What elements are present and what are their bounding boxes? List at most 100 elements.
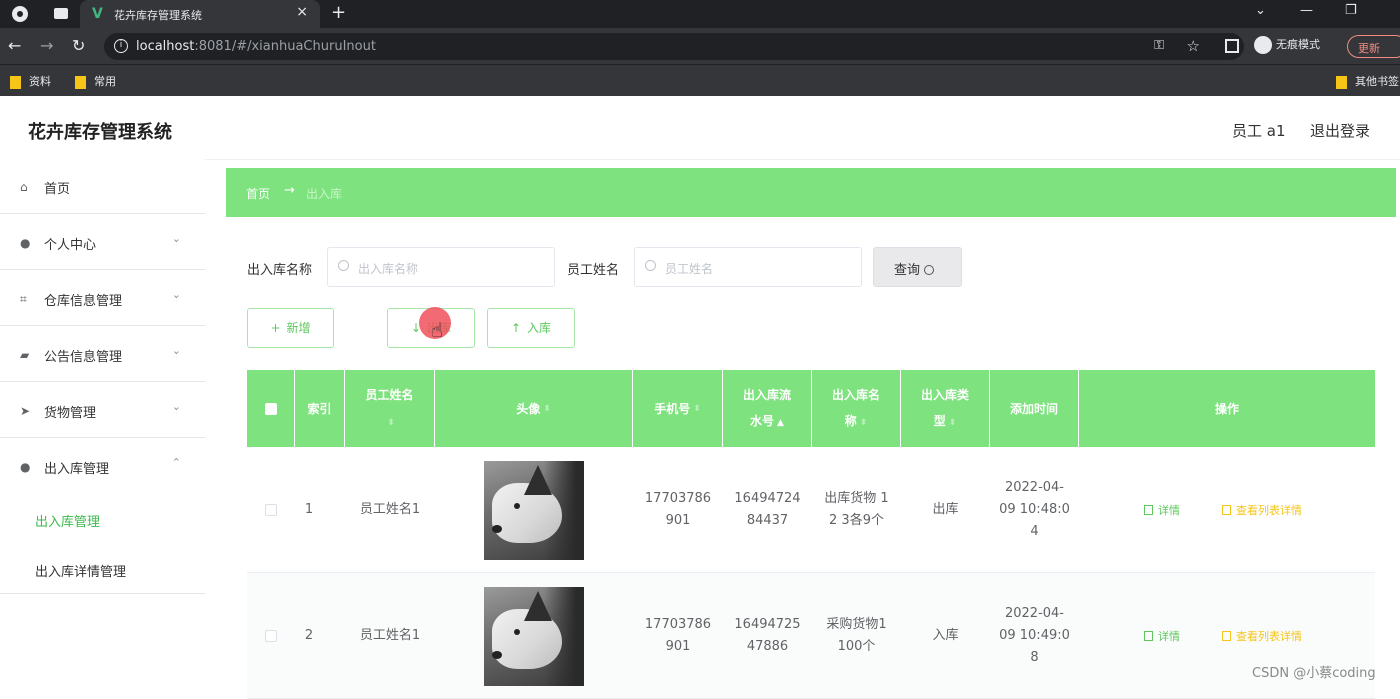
watermark: CSDN @小蔡coding (1252, 666, 1376, 681)
sidebar-item-notice[interactable]: ▰ 公告信息管理 ⌄ (0, 326, 205, 382)
sort-icon: ⬍ (693, 403, 701, 414)
folder-icon (75, 75, 86, 89)
in-stock-button[interactable]: ↑ 入库 (487, 308, 575, 348)
incognito-icon (1254, 36, 1272, 54)
restore-icon[interactable]: ❐ (1345, 3, 1357, 18)
search-icon (924, 265, 935, 275)
detail-link[interactable]: 详情 (1144, 628, 1180, 644)
sort-icon: ⬍ (859, 417, 868, 428)
chevron-down-icon: ⌄ (171, 288, 181, 301)
column-header-staff[interactable]: 员工姓名 ⬍ (345, 370, 435, 447)
back-icon[interactable]: ← (8, 37, 21, 55)
checkbox-icon (265, 630, 277, 642)
sidebar-item-home[interactable]: ⌂ 首页 (0, 158, 205, 214)
site-info-icon[interactable]: i (114, 39, 128, 53)
sidebar-item-label: 仓库信息管理 (44, 294, 123, 309)
search-name-input[interactable]: 出入库名称 (327, 247, 555, 287)
sidebar-item-inout[interactable]: ● 出入库管理 ⌃ (0, 438, 205, 494)
search-staff-input[interactable]: 员工姓名 (634, 247, 862, 287)
breadcrumb-separator: → (284, 183, 295, 198)
forward-icon[interactable]: → (40, 37, 53, 55)
sidebar-item-personal-center[interactable]: ● 个人中心 ⌄ (0, 214, 205, 270)
table-header: 索引 员工姓名 ⬍ 头像 ⬍ 手机号 ⬍ 出入库流 水号 ▲ 出入库名称 ⬍ 出入库类型 ⬍ … (247, 370, 1375, 447)
checkbox-icon (265, 504, 277, 516)
app-title: 花卉库存管理系统 (28, 122, 172, 143)
plus-icon: + (270, 321, 281, 335)
logout-link[interactable]: 退出登录 (1310, 120, 1370, 141)
search-icon (645, 260, 656, 271)
user-icon: ● (20, 236, 31, 250)
avatar (484, 586, 584, 686)
add-button[interactable]: + 新增 (247, 308, 334, 348)
column-header-avatar[interactable]: 头像 ⬍ (435, 370, 633, 447)
breadcrumb-home[interactable]: 首页 (246, 185, 270, 202)
sidebar-item-label: 个人中心 (44, 238, 97, 253)
breadcrumb: 首页 → 出入库 (226, 168, 1396, 217)
sidebar-subitem-inout-detail[interactable]: 出入库详情管理 (0, 544, 205, 594)
column-header-type[interactable]: 出入库类型 ⬍ (901, 370, 990, 447)
cell-index: 2 (304, 628, 314, 643)
cell-name: 出库货物 12 3各9个 (824, 491, 889, 528)
close-tab-icon[interactable]: × (296, 4, 308, 20)
sort-icon: ⬍ (387, 417, 395, 428)
checkbox-icon (264, 402, 277, 415)
document-icon (1222, 631, 1231, 641)
cell-time: 2022-04- 09 10:48:0 4 (999, 480, 1070, 539)
sidebar-item-warehouse[interactable]: ⌗ 仓库信息管理 ⌄ (0, 270, 205, 326)
folder-icon (1336, 75, 1347, 89)
query-button[interactable]: 查询 (873, 247, 962, 287)
avatar (484, 460, 584, 560)
column-header-time[interactable]: 添加时间 (990, 370, 1079, 447)
cell-phone: 17703786 901 (644, 491, 712, 528)
tab-search-icon[interactable]: ⌄ (1255, 3, 1266, 18)
column-header-serial[interactable]: 出入库流 水号 ▲ (723, 370, 812, 447)
bookmark-star-icon[interactable]: ☆ (1187, 37, 1200, 55)
sidebar-item-label: 出入库管理 (44, 462, 110, 477)
row-checkbox[interactable] (247, 447, 295, 573)
update-button[interactable]: 更新 (1347, 35, 1400, 58)
sidebar-subitem-inout-manage[interactable]: 出入库管理 (0, 494, 205, 544)
url-text: localhost:8081/#/xianhuaChuruInout (136, 39, 376, 54)
sidebar-item-goods[interactable]: ➤ 货物管理 ⌄ (0, 382, 205, 438)
bookmark-folder-changyong[interactable]: 常用 (75, 73, 116, 89)
sort-icon: ⬍ (948, 417, 957, 428)
cell-index: 1 (304, 502, 314, 517)
breadcrumb-current: 出入库 (306, 187, 343, 201)
list-detail-link[interactable]: 查看列表详情 (1222, 628, 1302, 644)
chevron-down-icon: ⌄ (171, 232, 181, 245)
cell-staff: 员工姓名1 (359, 628, 421, 643)
detail-link[interactable]: 详情 (1144, 502, 1180, 518)
select-all-checkbox[interactable] (247, 370, 295, 447)
chevron-down-icon: ⌄ (171, 400, 181, 413)
bookmarks-bar: 资料 常用 其他书签 (0, 64, 1400, 96)
search-staff-label: 员工姓名 (567, 263, 620, 278)
column-header-phone[interactable]: 手机号 ⬍ (633, 370, 723, 447)
search-staff-placeholder: 员工姓名 (665, 262, 714, 276)
key-icon[interactable]: ⚿ (1154, 38, 1164, 53)
new-tab-icon[interactable]: + (331, 2, 346, 23)
bookmark-folder-ziliao[interactable]: 资料 (10, 73, 51, 89)
incognito-indicator: 无痕模式 (1254, 36, 1320, 54)
folder-icon (10, 75, 21, 89)
tab-title: 花卉库存管理系统 (114, 9, 202, 22)
minimize-icon[interactable]: — (1300, 3, 1313, 18)
chevron-down-icon: ⌄ (171, 344, 181, 357)
row-checkbox[interactable] (247, 573, 295, 699)
list-detail-link[interactable]: 查看列表详情 (1222, 502, 1302, 518)
cell-avatar (435, 573, 633, 699)
table-row: 1 员工姓名1 17703786 901 16494724 84437 出库货物 1… (247, 447, 1375, 573)
sort-icon: ⬍ (543, 403, 551, 414)
search-name-placeholder: 出入库名称 (358, 262, 419, 276)
tab-list-icon[interactable] (54, 8, 68, 19)
reload-icon[interactable]: ↻ (72, 37, 85, 55)
side-panel-icon[interactable] (1225, 39, 1239, 53)
column-header-name[interactable]: 出入库名称 ⬍ (812, 370, 901, 447)
browser-tab[interactable]: V 花卉库存管理系统 × (80, 0, 320, 28)
cell-name: 采购货物1 100个 (826, 617, 887, 654)
cell-time: 2022-04- 09 10:49:0 8 (999, 606, 1070, 665)
send-icon: ➤ (20, 404, 31, 418)
url-field[interactable]: i localhost:8081/#/xianhuaChuruInout ⚿ ☆ (104, 33, 1244, 60)
sidebar: ⌂ 首页 ● 个人中心 ⌄ ⌗ 仓库信息管理 ⌄ ▰ 公告信息管理 ⌄ ➤ 货物… (0, 158, 205, 689)
column-header-index: 索引 (295, 370, 345, 447)
bookmark-folder-other[interactable]: 其他书签 (1336, 73, 1399, 89)
